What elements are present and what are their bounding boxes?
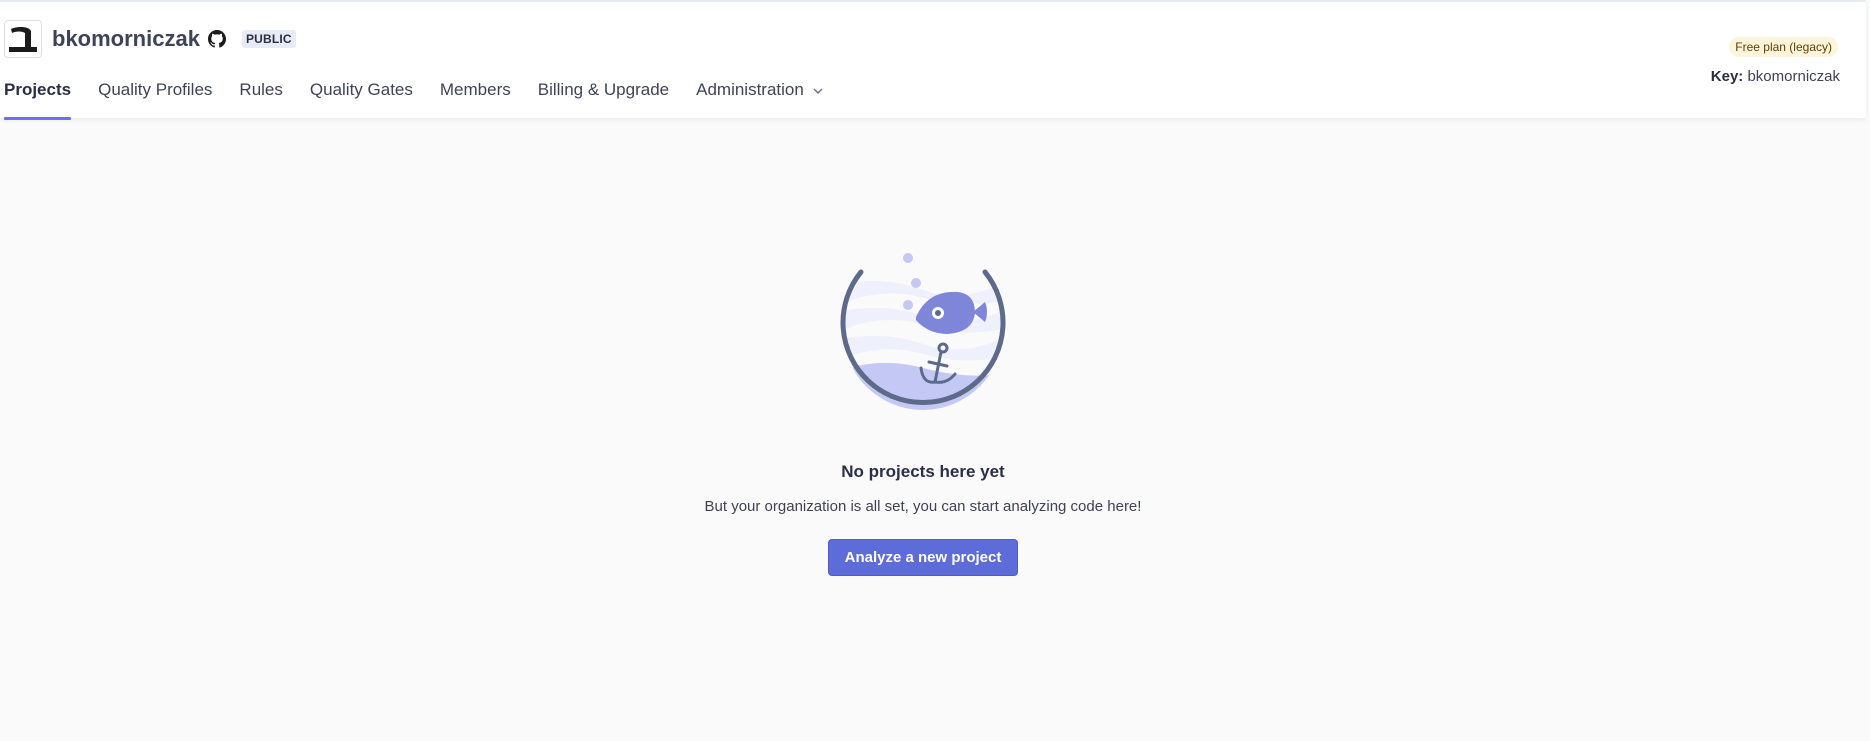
tab-quality-gates[interactable]: Quality Gates [310, 80, 413, 120]
org-key: Key: bkomorniczak [1711, 68, 1840, 85]
hebrew-bet-logo-icon [9, 26, 37, 52]
tab-label: Rules [239, 80, 283, 99]
github-icon[interactable] [207, 30, 226, 48]
org-identity: bkomorniczak PUBLIC [4, 20, 296, 58]
org-name[interactable]: bkomorniczak [52, 26, 200, 52]
org-key-value: bkomorniczak [1747, 68, 1840, 85]
tab-billing-upgrade[interactable]: Billing & Upgrade [538, 80, 669, 120]
chevron-down-icon [813, 88, 823, 94]
empty-state-title: No projects here yet [841, 462, 1005, 481]
tab-label: Administration [696, 80, 804, 99]
analyze-new-project-button[interactable]: Analyze a new project [827, 539, 1019, 576]
visibility-badge: PUBLIC [241, 30, 296, 48]
plan-badge: Free plan (legacy) [1729, 37, 1838, 57]
org-header: bkomorniczak PUBLIC Projects Quality Pro… [0, 0, 1866, 120]
org-key-label: Key: [1710, 68, 1744, 85]
org-nav: Projects Quality Profiles Rules Quality … [4, 80, 851, 120]
tab-projects[interactable]: Projects [4, 80, 72, 120]
tab-quality-profiles[interactable]: Quality Profiles [98, 80, 212, 120]
fishbowl-illustration-icon [840, 250, 1006, 410]
tab-rules[interactable]: Rules [239, 80, 282, 120]
tab-label: Billing & Upgrade [537, 80, 670, 99]
empty-state-subtitle: But your organization is all set, you ca… [704, 498, 1142, 515]
org-avatar[interactable] [4, 20, 42, 58]
tab-label: Quality Gates [309, 80, 413, 99]
tab-administration[interactable]: Administration [696, 80, 824, 120]
tab-members[interactable]: Members [440, 80, 511, 120]
empty-state: No projects here yet But your organizati… [0, 250, 1846, 576]
tab-label: Quality Profiles [98, 80, 213, 99]
tab-label: Projects [4, 80, 72, 99]
tab-label: Members [439, 80, 511, 99]
